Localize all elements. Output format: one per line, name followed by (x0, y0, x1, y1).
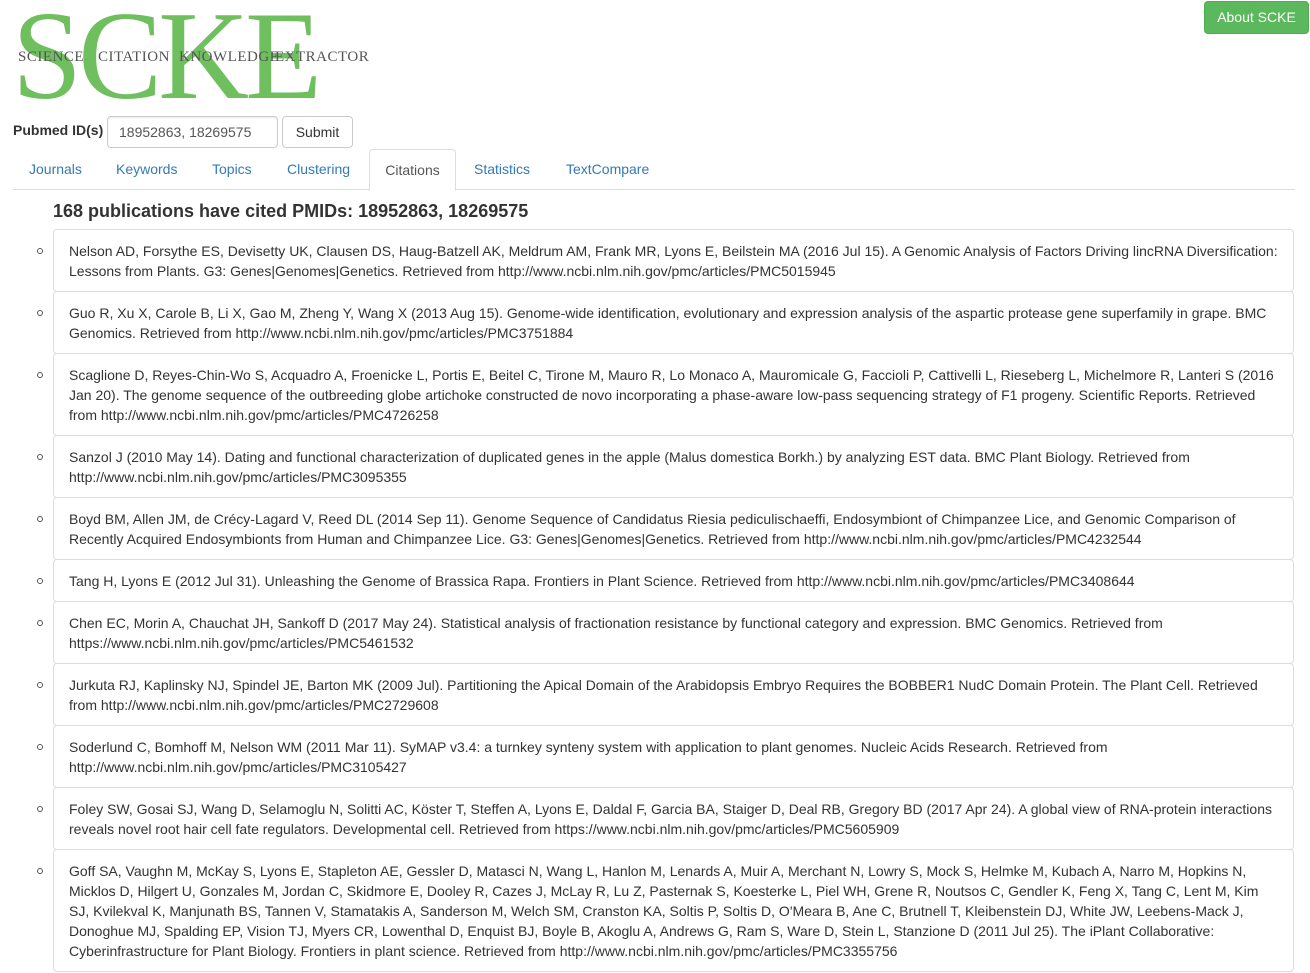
tab-journals[interactable]: Journals (29, 149, 82, 190)
citation-text: Boyd BM, Allen JM, de Crécy-Lagard V, Re… (53, 497, 1294, 560)
tab-keywords[interactable]: Keywords (116, 149, 177, 190)
citation-text: Goff SA, Vaughn M, McKay S, Lyons E, Sta… (53, 849, 1294, 972)
citation-text: Foley SW, Gosai SJ, Wang D, Selamoglu N,… (53, 787, 1294, 850)
tab-clustering[interactable]: Clustering (287, 149, 350, 190)
citation-text: Soderlund C, Bomhoff M, Nelson WM (2011 … (53, 725, 1294, 788)
tab-textcompare[interactable]: TextCompare (566, 149, 649, 190)
bullet-icon (37, 372, 43, 378)
bullet-icon (37, 744, 43, 750)
about-scke-button[interactable]: About SCKE (1204, 1, 1309, 34)
citation-text: Tang H, Lyons E (2012 Jul 31). Unleashin… (53, 559, 1294, 602)
citations-heading: 168 publications have cited PMIDs: 18952… (53, 201, 529, 221)
bullet-icon (37, 578, 43, 584)
bullet-icon (37, 682, 43, 688)
citation-text: Jurkuta RJ, Kaplinsky NJ, Spindel JE, Ba… (53, 663, 1294, 726)
logo-word-citation: CITATION (98, 49, 170, 65)
submit-button[interactable]: Submit (282, 116, 353, 148)
logo-word-knowledge: KNOWLEDGE (179, 49, 280, 65)
bullet-icon (37, 454, 43, 460)
bullet-icon (37, 868, 43, 874)
scke-logo: SCKE SCIENCE CITATION KNOWLEDGE EXTRACTO… (12, 0, 369, 120)
bullet-icon (37, 620, 43, 626)
bullet-icon (37, 516, 43, 522)
bullet-icon (37, 310, 43, 316)
pubmed-ids-input[interactable] (107, 116, 278, 148)
citation-text: Guo R, Xu X, Carole B, Li X, Gao M, Zhen… (53, 291, 1294, 354)
pubmed-ids-label: Pubmed ID(s) (13, 122, 104, 138)
tab-citations[interactable]: Citations (369, 149, 456, 191)
citation-text: Chen EC, Morin A, Chauchat JH, Sankoff D… (53, 601, 1294, 664)
citation-text: Sanzol J (2010 May 14). Dating and funct… (53, 435, 1294, 498)
nav-tabs: Journals Keywords Topics Clustering Cita… (13, 149, 1295, 191)
bullet-icon (37, 806, 43, 812)
citation-text: Scaglione D, Reyes-Chin-Wo S, Acquadro A… (53, 353, 1294, 436)
logo-word-extractor: EXTRACTOR (275, 49, 370, 65)
tab-topics[interactable]: Topics (212, 149, 252, 190)
citation-text: Nelson AD, Forsythe ES, Devisetty UK, Cl… (53, 229, 1294, 292)
bullet-icon (37, 248, 43, 254)
tab-statistics[interactable]: Statistics (474, 149, 530, 190)
logo-word-science: SCIENCE (18, 49, 85, 65)
